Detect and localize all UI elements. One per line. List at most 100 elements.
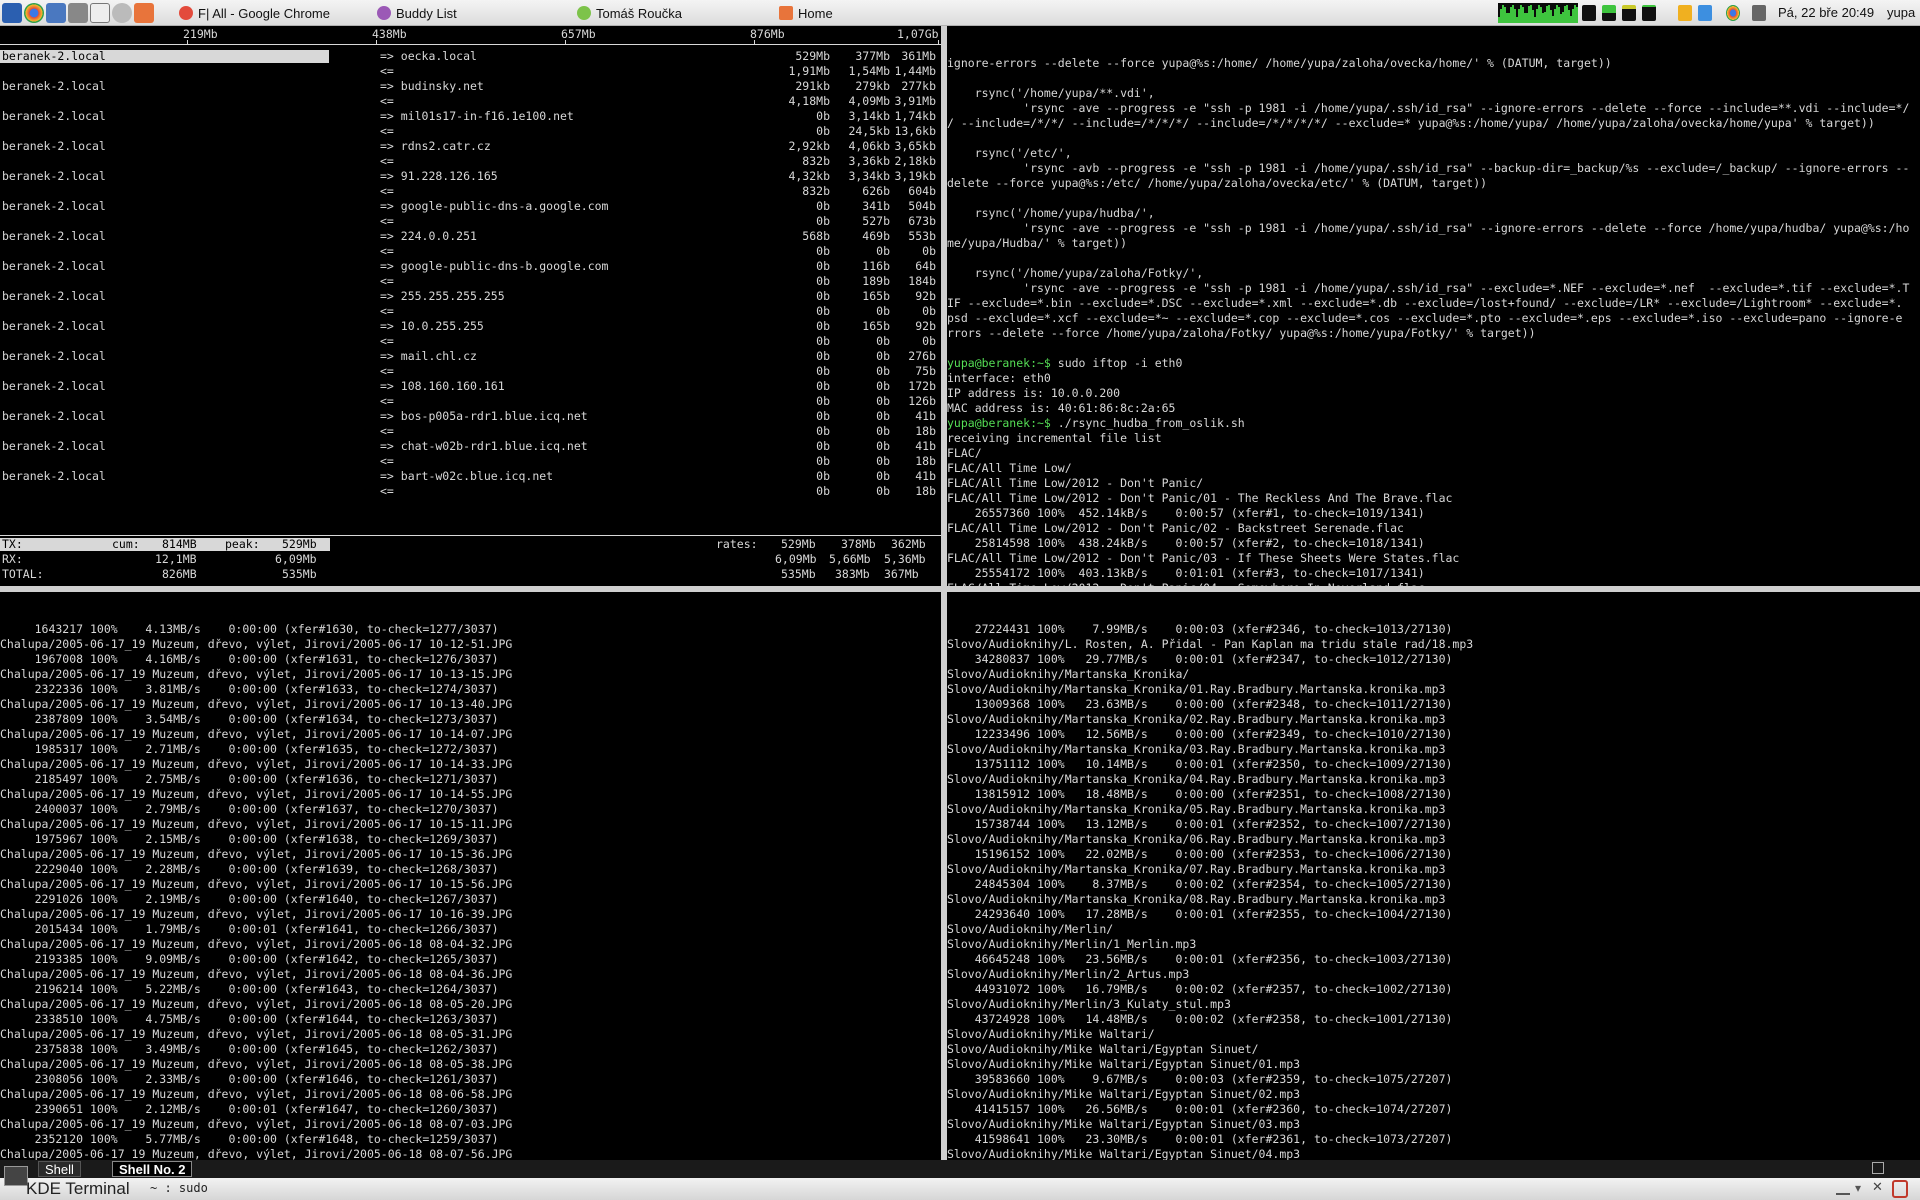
terminal-line: 2338510 100% 4.75MB/s 0:00:00 (xfer#1644… [0,1012,499,1026]
terminal-pane-bottom-right[interactable]: 27224431 100% 7.99MB/s 0:00:03 (xfer#234… [947,592,1920,1160]
task-chat[interactable]: Tomáš Roučka [574,3,682,24]
terminal-line: 44931072 100% 16.79MB/s 0:00:02 (xfer#23… [947,982,1453,996]
notes-tray-icon[interactable] [1678,5,1692,21]
local-host: beranek-2.local [2,229,106,243]
local-host: beranek-2.local [2,379,106,393]
total-rate-10s: 383Mb [835,567,870,581]
iftop-connection-row[interactable]: beranek-2.local => 10.0.255.255 <= 0b 0b 165b… [0,316,941,348]
terminal-line: 'rsync -ave --progress -e "ssh -p 1981 -… [947,221,1910,235]
terminal-line: Slovo/Audioknihy/Mike Waltari/Egyptan Si… [947,1147,1301,1160]
home-launcher-icon[interactable] [134,3,154,23]
terminal-line: me/yupa/Hudba/' % target)) [947,236,1128,250]
iftop-connection-row[interactable]: beranek-2.local => 91.228.126.165 <= 4,32kb… [0,166,941,198]
terminal-line: Slovo/Audioknihy/Martanska_Kronika/06.Ra… [947,832,1446,846]
terminal-line: 'rsync -avb --progress -e "ssh -p 1981 -… [947,161,1910,175]
terminal-output: 27224431 100% 7.99MB/s 0:00:03 (xfer#234… [947,622,1920,1160]
local-host: beranek-2.local [2,259,106,273]
files-launcher-icon[interactable] [46,3,66,23]
terminal-line: Slovo/Audioknihy/Mike Waltari/Egyptan Si… [947,1057,1301,1071]
terminal-pane-bottom-left[interactable]: 1643217 100% 4.13MB/s 0:00:00 (xfer#1630… [0,592,941,1160]
out-rate: 172b [908,379,936,393]
terminal-line: Chalupa/2005-06-17_19 Muzeum, dřevo, výl… [0,967,513,981]
out-rate: 1,74kb [894,109,936,123]
terminal-line: 13815912 100% 18.48MB/s 0:00:00 (xfer#23… [947,787,1453,801]
minimize-icon[interactable] [1836,1183,1850,1195]
terminal-line: / --include=/*/*/ --include=/*/*/*/ --in… [947,116,1875,130]
iftop-connection-row[interactable]: beranek-2.local => 224.0.0.251 <= 568b 0b 469… [0,226,941,258]
iftop-connection-row[interactable]: beranek-2.local => oecka.local <= 529Mb 1,91… [0,46,941,78]
chrome-launcher-icon[interactable] [24,3,44,23]
scale-label: 657Mb [561,27,596,41]
tx-cum-label: cum: [112,537,140,551]
task-buddy-list[interactable]: Buddy List [374,3,457,24]
close-icon[interactable]: ✕ [1872,1181,1886,1195]
tx-rate-10s: 378Mb [841,537,876,551]
app-menu-icon[interactable] [2,3,22,23]
tx-label: TX: [2,537,23,551]
shell-prompt: yupa@beranek:~$ [947,416,1051,430]
tx-totals: TX: cum: 814MB peak: 529Mb rates: 529Mb … [0,537,941,552]
terminal-line: 2375838 100% 3.49MB/s 0:00:00 (xfer#1645… [0,1042,499,1056]
iftop-connection-row[interactable]: beranek-2.local => mail.chl.cz <= 0b 0b 0b 0b 2… [0,346,941,378]
terminal-line: delete --force yupa@%s:/etc/ /home/yupa/… [947,176,1488,190]
lock-icon[interactable] [1892,1180,1908,1198]
tab-shell[interactable]: Shell [38,1161,81,1177]
terminal-app-icon [4,1166,28,1186]
iftop-connection-row[interactable]: beranek-2.local => bos-p005a-rdr1.blue.ic… [0,406,941,438]
terminal-line: Chalupa/2005-06-17_19 Muzeum, dřevo, výl… [0,727,513,741]
terminal-line: FLAC/All Time Low/ [947,461,1072,475]
iftop-connection-row[interactable]: beranek-2.local => google-public-dns-a.go… [0,196,941,228]
terminal-line: Slovo/Audioknihy/Merlin/1_Merlin.mp3 [947,937,1197,951]
tx-cum: 814MB [162,537,197,551]
iftop-connection-row[interactable]: beranek-2.local => mil01s17-in-f16.1e100.… [0,106,941,138]
out-rate: 41b [915,439,936,453]
iftop-connection-row[interactable]: beranek-2.local => chat-w02b-rdr1.blue.ic… [0,436,941,468]
editor-launcher-icon[interactable] [90,3,110,23]
in-rate: 18b [915,484,936,498]
chrome-tray-icon[interactable] [1726,5,1740,21]
clock[interactable]: Pá, 22 bře 20:49 [1778,0,1874,26]
terminal-line: Slovo/Audioknihy/Martanska_Kronika/08.Ra… [947,892,1446,906]
status-available-icon [577,6,591,20]
local-host: beranek-2.local [2,469,106,483]
terminal-line: Chalupa/2005-06-17_19 Muzeum, dřevo, výl… [0,1057,513,1071]
terminal-line: FLAC/All Time Low/2012 - Don't Panic/04 … [947,581,1920,586]
task-home[interactable]: Home [776,3,833,24]
rx-cum: 12,1MB [155,552,197,566]
pidgin-launcher-icon[interactable] [112,3,132,23]
iftop-connection-row[interactable]: beranek-2.local => 255.255.255.255 <= 0b 0b 1… [0,286,941,318]
terminal-line: 27224431 100% 7.99MB/s 0:00:03 (xfer#234… [947,622,1453,636]
tab-shell-no-2[interactable]: Shell No. 2 [112,1161,193,1177]
iftop-connection-row[interactable]: beranek-2.local => bart-w02c.blue.icq.net… [0,466,941,498]
tx-peak: 529Mb [282,537,317,551]
terminal-line: Slovo/Audioknihy/Martanska_Kronika/05.Ra… [947,802,1446,816]
local-host: beranek-2.local [2,349,106,363]
remote-host: => chat-w02b-rdr1.blue.icq.net [380,439,588,453]
iftop-pane[interactable]: 219Mb 438Mb 657Mb 876Mb 1,07Gb beranek-2… [0,26,941,586]
chevron-down-icon[interactable]: ▾ [1855,1181,1869,1195]
iftop-connection-row[interactable]: beranek-2.local => budinsky.net <= 291kb 4,1… [0,76,941,108]
iftop-connection-row[interactable]: beranek-2.local => google-public-dns-b.go… [0,256,941,288]
tx-rates-label: rates: [716,537,758,551]
local-host: beranek-2.local [2,289,106,303]
terminal-line: FLAC/ [947,446,982,460]
terminal-line: 25814598 100% 438.24kB/s 0:00:57 (xfer#2… [947,536,1425,550]
terminal-line: Slovo/Audioknihy/Merlin/2_Artus.mp3 [947,967,1190,981]
dropbox-tray-icon[interactable] [1698,5,1712,21]
network-tray-icon[interactable] [1752,5,1766,21]
iftop-connection-row[interactable]: beranek-2.local => rdns2.catr.cz <= 2,92kb 8… [0,136,941,168]
calculator-launcher-icon[interactable] [68,3,88,23]
terminal-pane-top-right[interactable]: ignore-errors --delete --force yupa@%s:/… [947,26,1920,586]
task-chrome[interactable]: F| All - Google Chrome [176,3,330,24]
iftop-connection-row[interactable]: beranek-2.local => 108.160.160.161 <= 0b 0b 0… [0,376,941,408]
user-name[interactable]: yupa [1887,0,1915,26]
new-tab-icon[interactable] [1872,1162,1884,1174]
local-host: beranek-2.local [2,199,106,213]
terminal-line: rsync('/home/yupa/zaloha/Fotky/', [947,266,1204,280]
terminal-line: FLAC/All Time Low/2012 - Don't Panic/01 … [947,491,1453,505]
terminal-line: Slovo/Audioknihy/Merlin/3_Kulaty_stul.mp… [947,997,1231,1011]
terminal-line: 24845304 100% 8.37MB/s 0:00:02 (xfer#235… [947,877,1453,891]
total-totals: TOTAL: 826MB 535Mb 535Mb 383Mb 367Mb [0,567,941,582]
